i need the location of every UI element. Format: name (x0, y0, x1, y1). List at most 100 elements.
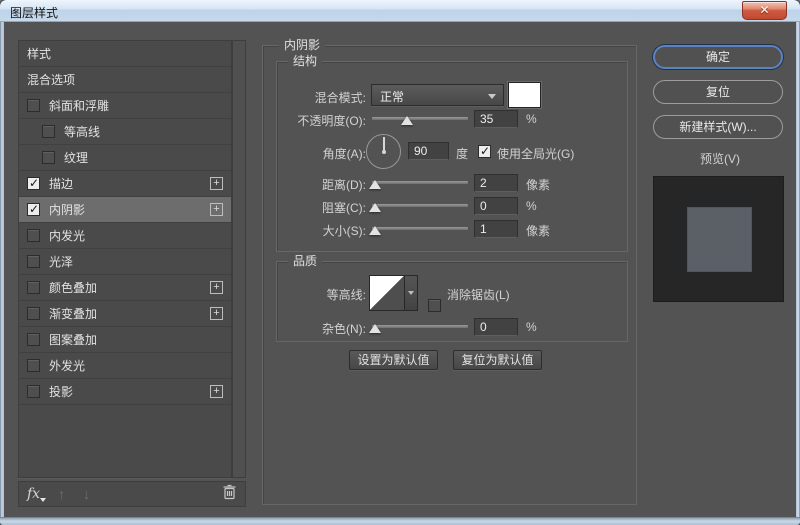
antialias-checkbox[interactable] (428, 299, 441, 312)
quality-legend: 品质 (288, 254, 322, 268)
noise-label: 杂色(N): (262, 320, 366, 337)
window-title: 图层样式 (10, 4, 58, 21)
plus-icon[interactable] (210, 307, 223, 320)
checkbox[interactable] (27, 255, 40, 268)
sidebar-footer: fx ↑ ↓ (18, 481, 246, 507)
angle-dial[interactable] (366, 134, 401, 169)
sidebar-item[interactable]: 描边 (19, 171, 231, 197)
distance-input[interactable]: 2 (474, 174, 518, 192)
global-light-label: 使用全局光(G) (497, 145, 574, 162)
slider-thumb[interactable] (369, 180, 381, 189)
window-frame-bottom (0, 517, 800, 525)
checkbox[interactable] (27, 177, 40, 190)
slider-track[interactable] (372, 227, 468, 230)
sidebar-item[interactable]: 渐变叠加 (19, 301, 231, 327)
blend-mode-select[interactable]: 正常 (371, 84, 504, 106)
sidebar-item[interactable]: 投影 (19, 379, 231, 405)
choke-unit: % (526, 199, 537, 213)
make-default-button[interactable]: 设置为默认值 (349, 350, 438, 370)
checkbox[interactable] (27, 229, 40, 242)
distance-label: 距离(D): (262, 176, 366, 193)
size-input[interactable]: 1 (474, 220, 518, 238)
fx-icon[interactable]: fx (27, 486, 40, 502)
opacity-label: 不透明度(O): (262, 112, 366, 129)
move-up-icon[interactable]: ↑ (58, 486, 65, 502)
size-slider[interactable] (372, 224, 468, 236)
sidebar-item[interactable]: 光泽 (19, 249, 231, 275)
slider-track[interactable] (372, 325, 468, 328)
checkbox[interactable] (27, 359, 40, 372)
structure-legend: 结构 (288, 54, 322, 68)
opacity-slider[interactable] (372, 114, 468, 126)
sidebar-item[interactable]: 混合选项 (19, 67, 231, 93)
sidebar-item-label: 外发光 (49, 357, 85, 374)
sidebar-item-label: 投影 (49, 383, 73, 400)
preview-label: 预览(V) (700, 150, 740, 167)
global-light-checkbox[interactable] (478, 145, 491, 158)
sidebar-scrollbar[interactable] (232, 40, 246, 478)
slider-track[interactable] (372, 181, 468, 184)
sidebar-item[interactable]: 纹理 (19, 145, 231, 171)
sidebar-item-label: 等高线 (64, 123, 100, 140)
angle-label: 角度(A): (262, 145, 366, 162)
slider-track[interactable] (372, 117, 468, 120)
slider-thumb[interactable] (369, 324, 381, 333)
reset-default-button[interactable]: 复位为默认值 (453, 350, 542, 370)
checkbox[interactable] (27, 281, 40, 294)
size-label: 大小(S): (262, 222, 366, 239)
shadow-color-swatch[interactable] (508, 82, 541, 108)
angle-unit: 度 (456, 145, 468, 162)
opacity-input[interactable]: 35 (474, 110, 518, 128)
angle-input[interactable]: 90 (408, 142, 449, 160)
size-unit: 像素 (526, 222, 550, 239)
checkbox[interactable] (27, 333, 40, 346)
sidebar-item-label: 颜色叠加 (49, 279, 97, 296)
blend-mode-value: 正常 (380, 90, 404, 104)
sidebar-item[interactable]: 内阴影 (19, 197, 231, 223)
sidebar-item[interactable]: 内发光 (19, 223, 231, 249)
checkbox[interactable] (42, 125, 55, 138)
reset-button[interactable]: 复位 (653, 80, 783, 104)
sidebar-item[interactable]: 斜面和浮雕 (19, 93, 231, 119)
noise-input[interactable]: 0 (474, 318, 518, 336)
checkbox[interactable] (27, 385, 40, 398)
sidebar-item[interactable]: 样式 (19, 41, 231, 67)
distance-unit: 像素 (526, 176, 550, 193)
trash-icon[interactable] (222, 484, 237, 505)
window-frame-left (0, 22, 4, 517)
contour-dropdown[interactable] (405, 275, 418, 311)
choke-input[interactable]: 0 (474, 197, 518, 215)
opacity-unit: % (526, 112, 537, 126)
sidebar-item-label: 光泽 (49, 253, 73, 270)
choke-slider[interactable] (372, 201, 468, 213)
noise-slider[interactable] (372, 322, 468, 334)
slider-thumb[interactable] (369, 226, 381, 235)
checkbox[interactable] (42, 151, 55, 164)
contour-thumbnail[interactable] (369, 275, 405, 311)
slider-thumb[interactable] (401, 116, 413, 125)
contour-label: 等高线: (262, 286, 366, 303)
checkbox[interactable] (27, 99, 40, 112)
plus-icon[interactable] (210, 281, 223, 294)
titlebar[interactable]: 图层样式 (0, 0, 800, 22)
sidebar-item[interactable]: 颜色叠加 (19, 275, 231, 301)
slider-track[interactable] (372, 204, 468, 207)
sidebar-item-label: 内阴影 (49, 201, 85, 218)
sidebar-item[interactable]: 等高线 (19, 119, 231, 145)
move-down-icon[interactable]: ↓ (83, 486, 90, 502)
slider-thumb[interactable] (369, 203, 381, 212)
plus-icon[interactable] (210, 177, 223, 190)
checkbox[interactable] (27, 307, 40, 320)
new-style-button[interactable]: 新建样式(W)... (653, 115, 783, 139)
sidebar-item[interactable]: 图案叠加 (19, 327, 231, 353)
panel-title: 内阴影 (279, 38, 325, 52)
choke-label: 阻塞(C): (262, 199, 366, 216)
checkbox[interactable] (27, 203, 40, 216)
close-button[interactable]: ✕ (742, 1, 787, 20)
layer-style-dialog: 图层样式 ✕ 样式混合选项斜面和浮雕等高线纹理描边内阴影内发光光泽颜色叠加渐变叠… (0, 0, 800, 525)
sidebar-item[interactable]: 外发光 (19, 353, 231, 379)
plus-icon[interactable] (210, 203, 223, 216)
distance-slider[interactable] (372, 178, 468, 190)
ok-button[interactable]: 确定 (653, 45, 783, 69)
plus-icon[interactable] (210, 385, 223, 398)
